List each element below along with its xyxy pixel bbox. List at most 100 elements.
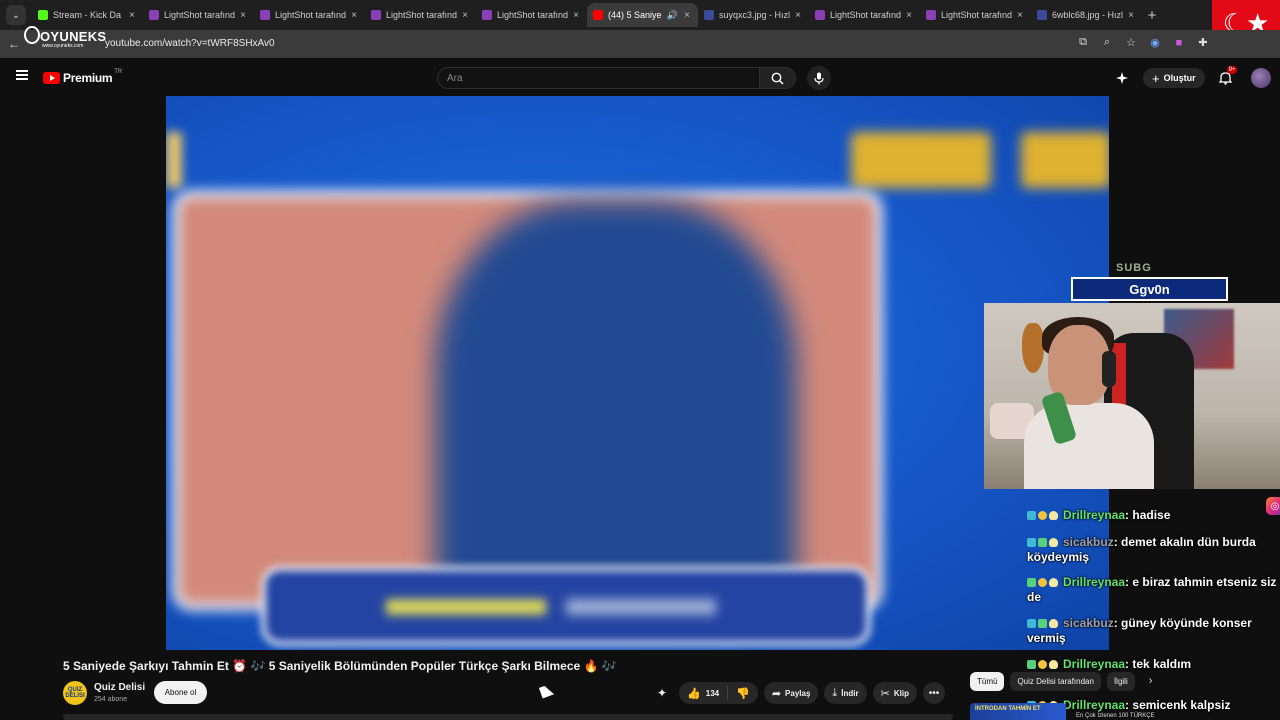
video-title: 5 Saniyede Şarkıyı Tahmin Et ⏰ 🎶 5 Saniy…	[63, 659, 617, 673]
browser-tab[interactable]: LightShot tarafınd ×	[476, 3, 587, 27]
like-button[interactable]: 👍 134	[679, 686, 729, 700]
channel-name[interactable]: Quiz Delisi	[94, 682, 145, 693]
tab-close-icon[interactable]: ×	[238, 10, 248, 21]
share-button[interactable]: ➦ Paylaş	[763, 682, 819, 704]
tab-title: LightShot tarafınd	[497, 10, 569, 20]
account-avatar[interactable]	[1250, 68, 1271, 88]
like-dislike-bar: 👍 134 👎	[679, 682, 758, 704]
chat-text: güney köyünde konser vermiş	[1027, 616, 1252, 645]
tab-audio-icon[interactable]: 🔊	[667, 10, 678, 21]
tab-title: (44) 5 Saniye	[608, 10, 662, 20]
tab-close-icon[interactable]: ×	[1015, 10, 1025, 21]
browser-tab[interactable]: LightShot tarafınd ×	[254, 3, 365, 27]
chat-badge-icon	[1049, 660, 1058, 669]
browser-tab[interactable]: suyqxc3.jpg - Hızl ×	[698, 3, 809, 27]
clip-button[interactable]: ✂ Klip	[872, 682, 917, 704]
new-tab-button[interactable]: +	[1142, 7, 1162, 24]
oyuneks-logo-sub: www.oyuneks.com	[42, 43, 84, 49]
youtube-masthead: Premium TR Ara + Oluştur 9+	[0, 58, 1280, 96]
extension-signal-icon[interactable]: ◉	[1148, 36, 1162, 49]
chat-badge-icon	[1027, 538, 1036, 547]
video-frame-silhouette	[436, 201, 796, 621]
chevron-right-icon[interactable]: ›	[1149, 675, 1153, 687]
filter-chip[interactable]: Quiz Delisi tarafından	[1010, 671, 1101, 691]
share-label: Paylaş	[785, 688, 811, 698]
clip-label: Klip	[893, 688, 909, 698]
ai-sparkle-icon[interactable]	[1115, 71, 1129, 85]
back-arrow-icon[interactable]: ←	[8, 37, 22, 51]
thumbs-down-icon: 👎	[736, 687, 750, 700]
tab-close-icon[interactable]: ×	[793, 10, 803, 21]
browser-tab[interactable]: LightShot tarafınd ×	[809, 3, 920, 27]
chat-badge-icon	[1027, 511, 1036, 520]
tab-search-button[interactable]: ⌄	[6, 5, 26, 25]
search-icon	[771, 72, 784, 85]
zoom-icon[interactable]: ⌕	[1100, 36, 1114, 49]
region-code: TR	[114, 69, 123, 75]
search-button[interactable]	[760, 67, 796, 89]
browser-tab[interactable]: LightShot tarafınd ×	[365, 3, 476, 27]
dislike-button[interactable]: 👎	[728, 687, 758, 700]
search-input[interactable]: Ara	[437, 67, 760, 89]
filter-chip[interactable]: İlgili	[1106, 671, 1135, 691]
more-actions-button[interactable]: •••	[922, 682, 945, 704]
chat-message: Drillreynaa: e biraz tahmin etseniz siz …	[1027, 575, 1277, 604]
video-frame-answer-bar	[266, 571, 866, 641]
next-video-thumbnail[interactable]: İNTRODAN TAHMİN ET	[970, 703, 1066, 720]
chat-badge-icon	[1027, 619, 1036, 628]
video-player[interactable]	[166, 96, 1109, 650]
browser-tab[interactable]: 6wblc68.jpg - Hızl ×	[1031, 3, 1142, 27]
browser-tab[interactable]: LightShot tarafınd ×	[920, 3, 1031, 27]
chat-badge-icon	[1038, 578, 1047, 587]
chat-message: sicakbuz: demet akalın dün burda köydeym…	[1027, 535, 1256, 564]
tab-title: suyqxc3.jpg - Hızl	[719, 10, 791, 20]
address-bar-icons: ⧉ ⌕ ☆ ◉ ■ ✚	[1076, 36, 1210, 49]
tab-title: LightShot tarafınd	[386, 10, 458, 20]
related-filter-chips: Tümü Quiz Delisi tarafından İlgili ›	[970, 670, 1152, 692]
install-app-icon[interactable]: ⧉	[1076, 36, 1090, 49]
masthead-right: + Oluştur 9+	[1115, 66, 1271, 88]
next-video-title[interactable]: En Çok İzlenen 100 TÜRKÇE	[1076, 713, 1155, 719]
browser-tab[interactable]: LightShot tarafınd ×	[143, 3, 254, 27]
voice-search-button[interactable]	[807, 66, 831, 90]
menu-hamburger-icon[interactable]	[16, 70, 28, 80]
chat-badge-icon	[1038, 660, 1047, 669]
tab-favicon-icon	[149, 10, 159, 20]
oyuneks-logo-text: OYUNEKS	[40, 29, 107, 44]
extension-purple-icon[interactable]: ■	[1172, 37, 1186, 49]
chat-badge-icon	[1049, 511, 1058, 520]
tab-close-icon[interactable]: ×	[460, 10, 470, 21]
filter-chip[interactable]: Tümü	[970, 671, 1005, 691]
extensions-puzzle-icon[interactable]: ✚	[1196, 36, 1210, 49]
chat-badge-icon	[1027, 578, 1036, 587]
notifications-badge: 9+	[1226, 66, 1238, 74]
chat-badges	[1027, 616, 1060, 631]
chat-badge-icon	[1027, 660, 1036, 669]
bookmark-star-icon[interactable]: ☆	[1124, 36, 1138, 49]
video-frame-left-strip	[166, 132, 182, 188]
tab-close-icon[interactable]: ×	[682, 10, 692, 21]
chat-username: sicakbuz	[1063, 535, 1114, 549]
streamer-webcam	[984, 303, 1280, 489]
tab-favicon-icon	[704, 10, 714, 20]
ask-sparkle-icon[interactable]: ✦	[657, 686, 667, 700]
notifications-button[interactable]: 9+	[1219, 66, 1238, 86]
description-box-edge	[63, 714, 953, 720]
tab-favicon-icon	[815, 10, 825, 20]
oyuneks-mark-icon	[24, 26, 40, 44]
tab-close-icon[interactable]: ×	[349, 10, 359, 21]
tab-close-icon[interactable]: ×	[571, 10, 581, 21]
download-button[interactable]: ⤓ İndir	[824, 682, 867, 704]
youtube-logo[interactable]: Premium TR	[43, 69, 123, 85]
browser-tab[interactable]: (44) 5 Saniye 🔊 ×	[587, 3, 698, 27]
create-button[interactable]: + Oluştur	[1143, 68, 1205, 88]
tab-title: LightShot tarafınd	[164, 10, 236, 20]
channel-avatar[interactable]: QUIZ DELISI	[63, 681, 87, 705]
subscribe-button[interactable]: Abone ol	[154, 681, 207, 704]
chat-text: hadise	[1132, 508, 1171, 522]
tab-close-icon[interactable]: ×	[1126, 10, 1136, 21]
tab-close-icon[interactable]: ×	[127, 10, 137, 21]
url-field[interactable]: youtube.com/watch?v=tWRF8SHxAv0	[105, 38, 275, 49]
chat-badge-icon	[1038, 511, 1047, 520]
tab-close-icon[interactable]: ×	[904, 10, 914, 21]
